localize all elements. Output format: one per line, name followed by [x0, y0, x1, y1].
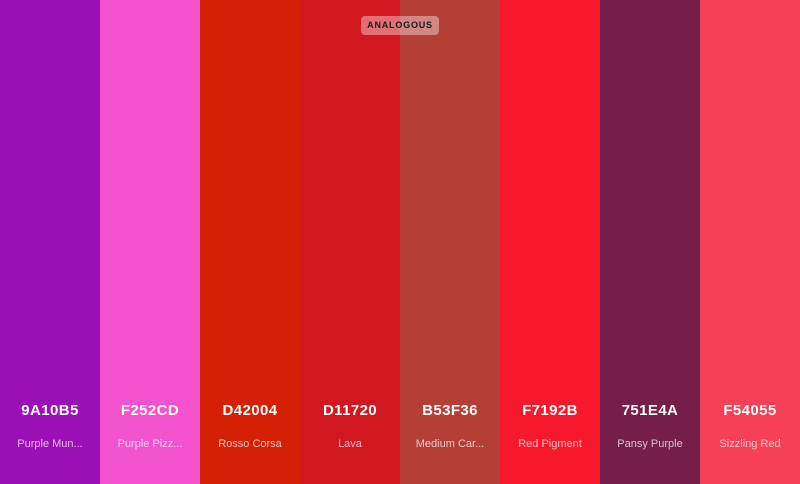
color-swatch-5[interactable]: B53F36 Medium Car...	[400, 0, 500, 484]
swatch-color-name: Lava	[338, 438, 362, 450]
scheme-type-badge: ANALOGOUS	[361, 16, 439, 35]
color-palette: 9A10B5 Purple Mun... F252CD Purple Pizz.…	[0, 0, 800, 484]
swatch-color-name: Purple Pizz...	[117, 438, 183, 450]
color-swatch-3[interactable]: D42004 Rosso Corsa	[200, 0, 300, 484]
swatch-hex-code[interactable]: 751E4A	[600, 402, 700, 419]
swatch-hex-code[interactable]: D11720	[300, 402, 400, 419]
swatch-color-name: Red Pigment	[518, 438, 582, 450]
swatch-color-name: Purple Mun...	[17, 438, 83, 450]
color-swatch-4[interactable]: D11720 Lava	[300, 0, 400, 484]
swatch-hex-code[interactable]: F54055	[700, 402, 800, 419]
swatch-hex-code[interactable]: B53F36	[400, 402, 500, 419]
swatch-color-name: Sizzling Red	[719, 438, 781, 450]
swatch-hex-code[interactable]: D42004	[200, 402, 300, 419]
swatch-color-name: Pansy Purple	[617, 438, 683, 450]
swatch-hex-code[interactable]: 9A10B5	[0, 402, 100, 419]
swatch-color-name: Medium Car...	[415, 438, 485, 450]
swatch-hex-code[interactable]: F252CD	[100, 402, 200, 419]
color-swatch-8[interactable]: F54055 Sizzling Red	[700, 0, 800, 484]
swatch-color-name: Rosso Corsa	[218, 438, 282, 450]
color-swatch-7[interactable]: 751E4A Pansy Purple	[600, 0, 700, 484]
swatch-hex-code[interactable]: F7192B	[500, 402, 600, 419]
color-swatch-2[interactable]: F252CD Purple Pizz...	[100, 0, 200, 484]
color-swatch-1[interactable]: 9A10B5 Purple Mun...	[0, 0, 100, 484]
color-swatch-6[interactable]: F7192B Red Pigment	[500, 0, 600, 484]
